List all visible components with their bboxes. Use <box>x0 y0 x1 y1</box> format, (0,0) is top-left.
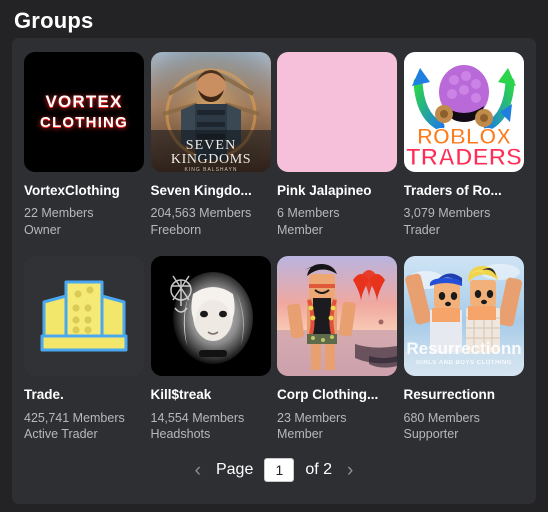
group-name: Resurrectionn <box>403 387 496 403</box>
group-card[interactable]: SEVEN KINGDOMS KING BALSHAYN Seven Kingd… <box>150 48 271 238</box>
svg-text:GIRLS AND BOYS CLOTHING: GIRLS AND BOYS CLOTHING <box>416 360 512 366</box>
pagination: ‹ Page of 2 › <box>12 458 536 482</box>
group-card[interactable]: Pink Jalapineo 6 Members Member <box>277 48 397 238</box>
group-thumbnail[interactable]: SEVEN KINGDOMS KING BALSHAYN <box>150 52 271 172</box>
group-rank: Active Trader <box>24 427 98 442</box>
group-thumbnail[interactable]: ROBLOX TRADERS <box>403 52 524 172</box>
groups-container: VORTEX CLOTHING VORTEX CLOTHING VortexCl… <box>12 38 536 504</box>
svg-text:CLOTHING: CLOTHING <box>40 114 128 131</box>
page-title: Groups <box>14 8 94 33</box>
group-member-count: 425,741 Members <box>24 410 125 425</box>
group-member-count: 3,079 Members <box>403 206 491 221</box>
group-card[interactable]: VORTEX CLOTHING VORTEX CLOTHING VortexCl… <box>24 48 144 238</box>
group-rank: Member <box>277 427 323 442</box>
groups-page: Groups VORTEX CLOTHING VORTEX CLOTHING V… <box>0 0 548 512</box>
group-member-count: 6 Members <box>277 206 340 221</box>
group-card[interactable]: Corp Clothing... 23 Members Member <box>277 252 397 442</box>
group-name: Pink Jalapineo <box>277 183 372 198</box>
groups-grid-row-2: Trade. 425,741 Members Active Trader Kil… <box>24 252 524 442</box>
group-member-count: 22 Members <box>24 206 94 221</box>
group-name: Kill$treak <box>150 387 212 403</box>
svg-text:TRADERS: TRADERS <box>405 144 521 171</box>
group-card[interactable]: Resurrectionn GIRLS AND BOYS CLOTHING Re… <box>403 252 524 442</box>
group-card[interactable]: Kill$treak 14,554 Members Headshots <box>150 252 271 442</box>
groups-grid-row-1: VORTEX CLOTHING VORTEX CLOTHING VortexCl… <box>24 48 524 238</box>
chevron-right-icon[interactable]: › <box>343 459 357 482</box>
group-name: Trade. <box>24 387 64 403</box>
page-header: Groups <box>0 0 548 38</box>
group-card[interactable]: ROBLOX TRADERS Traders of Ro... 3,079 Me… <box>403 48 524 238</box>
page-number-input[interactable] <box>264 458 295 482</box>
chevron-left-icon[interactable]: ‹ <box>191 459 205 482</box>
group-thumbnail[interactable] <box>277 256 397 377</box>
group-thumbnail[interactable] <box>277 52 397 172</box>
group-name: Traders of Ro... <box>403 183 502 198</box>
svg-text:KINGDOMS: KINGDOMS <box>170 152 250 167</box>
group-member-count: 204,563 Members <box>150 206 252 221</box>
group-name: Seven Kingdo... <box>150 183 252 198</box>
group-member-count: 14,554 Members <box>150 410 245 425</box>
group-card[interactable]: Trade. 425,741 Members Active Trader <box>24 252 144 442</box>
group-thumbnail[interactable]: VORTEX CLOTHING VORTEX CLOTHING <box>24 52 144 172</box>
group-rank: Freeborn <box>150 222 202 237</box>
group-name: Corp Clothing... <box>277 387 379 403</box>
pagination-page-label: Page <box>215 461 254 478</box>
group-member-count: 680 Members <box>403 410 480 425</box>
group-rank: Headshots <box>150 427 211 442</box>
group-rank: Trader <box>403 222 440 237</box>
row-spacer <box>24 238 524 252</box>
svg-text:VORTEX: VORTEX <box>45 92 122 111</box>
group-thumbnail[interactable] <box>24 256 144 377</box>
group-rank: Supporter <box>403 427 459 442</box>
svg-text:KING BALSHAYN: KING BALSHAYN <box>184 167 237 172</box>
group-rank: Member <box>277 222 323 237</box>
svg-text:Resurrectionn: Resurrectionn <box>406 339 521 358</box>
pagination-total-label: of 2 <box>305 461 333 478</box>
group-thumbnail[interactable] <box>150 256 271 377</box>
group-rank: Owner <box>24 222 61 237</box>
group-member-count: 23 Members <box>277 410 347 425</box>
svg-text:SEVEN: SEVEN <box>185 138 236 153</box>
group-name: VortexClothing <box>24 183 120 198</box>
group-thumbnail[interactable]: Resurrectionn GIRLS AND BOYS CLOTHING <box>403 256 524 377</box>
